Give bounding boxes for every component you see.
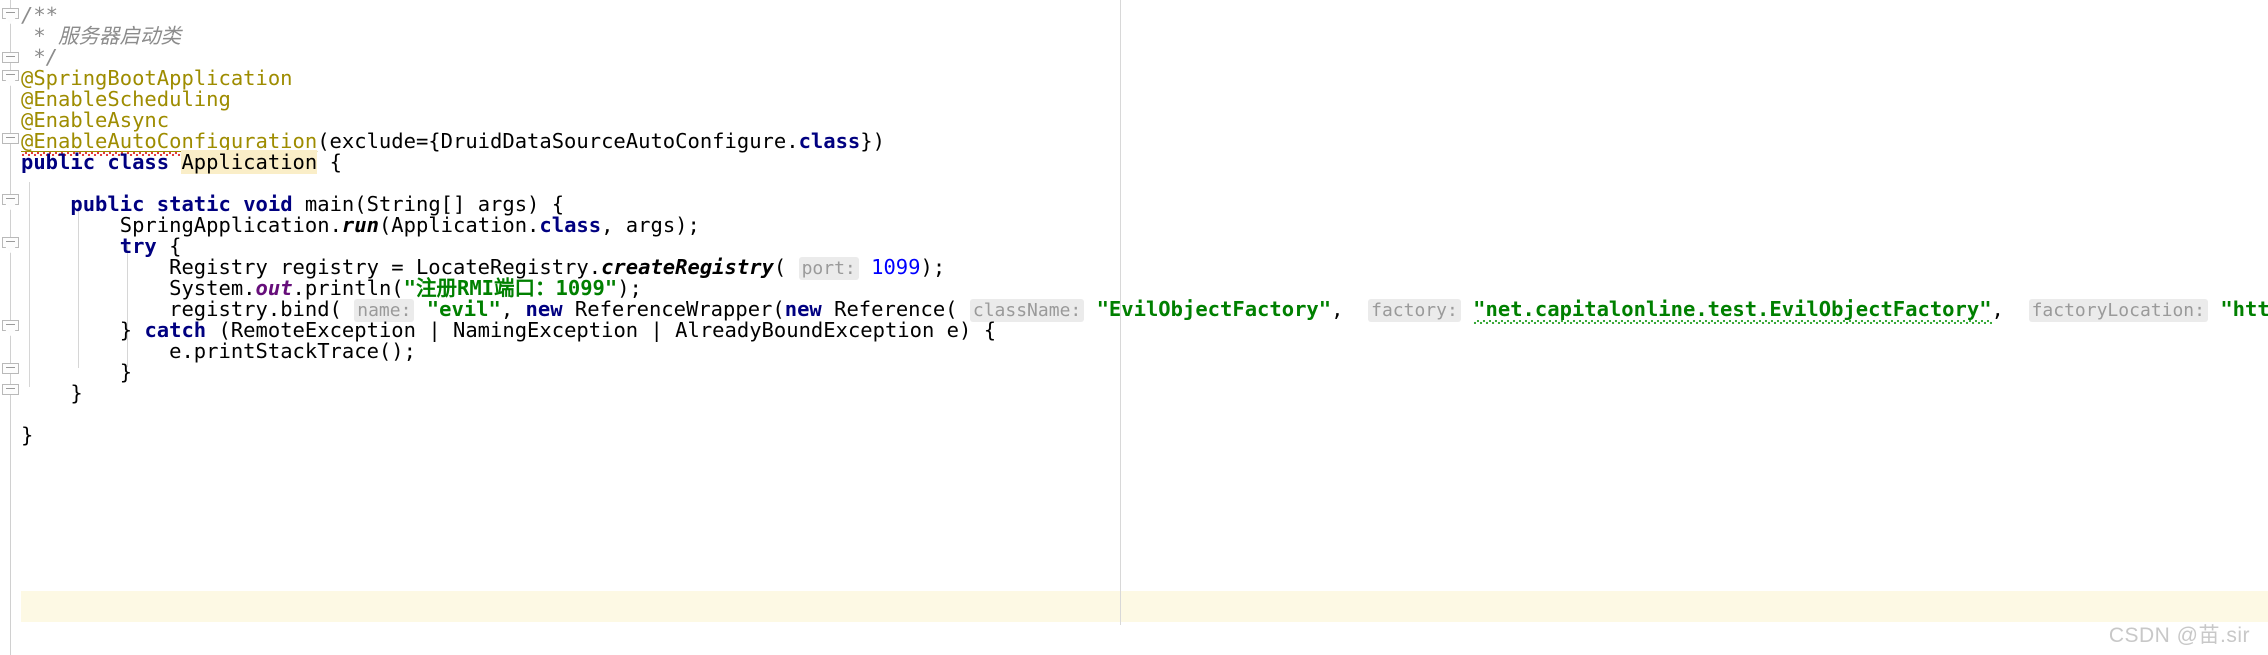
fold-minus-icon (6, 198, 15, 199)
fold-marker-box (2, 237, 19, 248)
run-args-tail: , args); (601, 213, 700, 237)
close-brace-class: } (21, 423, 34, 447)
fold-marker-box (2, 194, 19, 205)
fold-marker-annotation[interactable] (2, 133, 19, 148)
open-brace: { (317, 150, 342, 174)
fold-marker-box (2, 363, 19, 374)
csdn-watermark: CSDN @苗.sir (2108, 624, 2250, 647)
fold-marker-box (2, 320, 19, 331)
fold-minus-icon (6, 137, 15, 138)
close-brace-catch: } (119, 360, 133, 384)
fold-minus-icon (6, 74, 15, 75)
fold-marker-javadoc-end[interactable] (2, 52, 19, 67)
separator: , (1331, 297, 1369, 321)
number-1099: 1099 (871, 255, 921, 279)
code-line-19[interactable]: } (21, 378, 83, 408)
fold-marker-method-start[interactable] (2, 194, 19, 210)
fold-marker-box (2, 8, 19, 19)
fold-minus-icon (6, 388, 15, 389)
code-line-21[interactable]: } (21, 420, 33, 450)
code-content[interactable]: /** * 服务器启动类 */ @SpringBootApplication @… (21, 0, 2268, 655)
open-paren: ( (773, 255, 799, 279)
fold-marker-catch-start[interactable] (2, 320, 19, 336)
close-brace-method: } (70, 381, 83, 405)
string-factory-location-url: "http://127.0.0.1:9222/" (2220, 297, 2268, 321)
param-hint-factory: factory: (1368, 299, 1461, 322)
class-name-application: Application (181, 150, 318, 174)
fold-minus-icon (6, 56, 15, 57)
keyword-class: class (107, 150, 170, 174)
string-evilobjectfactory: "EvilObjectFactory" (1096, 297, 1332, 321)
keyword-public: public (21, 150, 96, 174)
fold-minus-icon (6, 367, 15, 368)
fold-tip-icon (5, 80, 16, 86)
keyword-class: class (798, 129, 861, 153)
fold-tip-icon (5, 330, 16, 336)
printstacktrace-call: e.printStackTrace(); (169, 339, 416, 363)
method-run: run (341, 213, 379, 237)
keyword-class: class (539, 213, 602, 237)
fold-marker-javadoc-start[interactable] (2, 8, 19, 24)
param-hint-port: port: (798, 257, 859, 280)
fold-marker-class-start[interactable] (2, 70, 19, 86)
close-paren: ); (920, 255, 946, 279)
fold-tip-icon (5, 204, 16, 210)
param-hint-factorylocation: factoryLocation: (2028, 299, 2208, 322)
fold-tip-icon (5, 247, 16, 253)
exclude-args-close: }) (860, 129, 885, 153)
string-factory-fqcn: "net.capitalonline.test.EvilObjectFactor… (1473, 297, 1992, 324)
fold-marker-method-end[interactable] (2, 384, 19, 399)
run-args: (Application. (378, 213, 540, 237)
fold-marker-box (2, 52, 19, 63)
fold-tip-icon (5, 18, 16, 24)
exclude-args: (exclude={DruidDataSourceAutoConfigure. (317, 129, 799, 153)
code-line-8[interactable]: public class Application { (21, 147, 342, 177)
fold-marker-box (2, 133, 19, 144)
editor-gutter[interactable] (0, 0, 21, 655)
fold-marker-box (2, 384, 19, 395)
fold-minus-icon (6, 324, 15, 325)
code-editor[interactable]: /** * 服务器启动类 */ @SpringBootApplication @… (0, 0, 2268, 655)
fold-marker-try-start[interactable] (2, 237, 19, 253)
fold-marker-catch-end[interactable] (2, 363, 19, 378)
fold-minus-icon (6, 241, 15, 242)
fold-minus-icon (6, 12, 15, 13)
fold-marker-box (2, 70, 19, 81)
separator: , (1991, 297, 2029, 321)
